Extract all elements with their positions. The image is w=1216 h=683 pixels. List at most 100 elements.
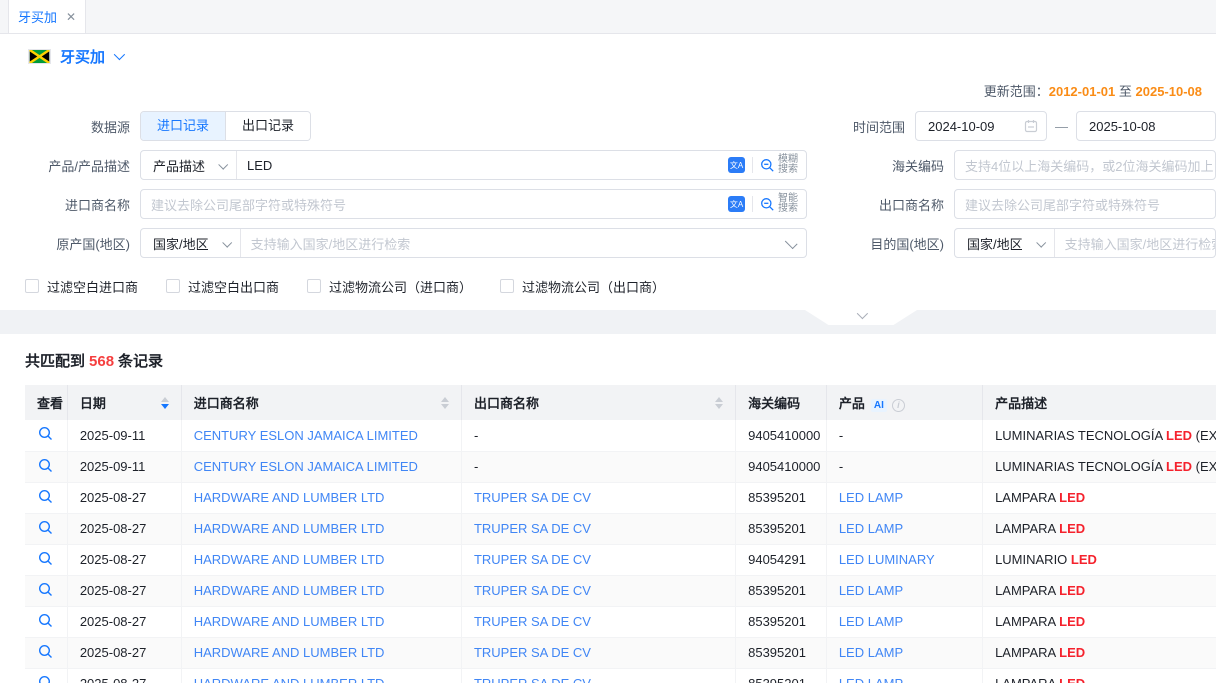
product-link[interactable]: LED LAMP: [839, 490, 903, 505]
view-search-icon[interactable]: [38, 489, 53, 504]
destination-input[interactable]: 支持输入国家/地区进行检索: [1055, 234, 1215, 253]
hs-code-cell: 85395201: [736, 513, 827, 544]
importer-link[interactable]: HARDWARE AND LUMBER LTD: [194, 676, 385, 683]
product-link[interactable]: LED LAMP: [839, 614, 903, 629]
fuzzy-search-button[interactable]: 模糊搜索: [760, 155, 798, 175]
hs-code-cell: 85395201: [736, 482, 827, 513]
checkbox-filter-logistics-importer[interactable]: 过滤物流公司（进口商）: [307, 277, 472, 296]
view-search-icon[interactable]: [38, 551, 53, 566]
exporter-link[interactable]: TRUPER SA DE CV: [474, 552, 591, 567]
view-search-icon[interactable]: [38, 458, 53, 473]
importer-cell: HARDWARE AND LUMBER LTD: [181, 637, 461, 668]
checkbox-filter-blank-importer[interactable]: 过滤空白进口商: [25, 277, 138, 296]
tab-jamaica[interactable]: 牙买加 ✕: [8, 0, 86, 33]
highlight-term: LED: [1059, 583, 1085, 598]
date-cell: 2025-08-27: [67, 482, 181, 513]
close-icon[interactable]: ✕: [66, 10, 76, 24]
date-range-separator: —: [1055, 119, 1068, 134]
checkbox-filter-logistics-exporter[interactable]: 过滤物流公司（出口商）: [500, 277, 665, 296]
translate-icon[interactable]: 文A: [728, 157, 745, 173]
highlight-term: LED: [1059, 645, 1085, 660]
results-table: 查看 日期 进口商名称 出口商名称 海关编码: [25, 385, 1216, 683]
origin-country-select[interactable]: 国家/地区: [141, 229, 241, 257]
info-icon[interactable]: i: [892, 399, 905, 412]
start-date-input[interactable]: 2024-10-09: [915, 111, 1047, 141]
origin-label: 原产国(地区): [0, 234, 140, 253]
magnifier-icon: [760, 158, 775, 173]
hs-code-cell: 94054291: [736, 544, 827, 575]
hs-code-input[interactable]: 支持4位以上海关编码，或2位海关编码加上: [955, 156, 1215, 175]
product-type-select[interactable]: 产品描述: [141, 151, 237, 179]
view-search-icon[interactable]: [38, 613, 53, 628]
destination-label: 目的国(地区): [862, 234, 954, 253]
importer-link[interactable]: HARDWARE AND LUMBER LTD: [194, 490, 385, 505]
exporter-link[interactable]: TRUPER SA DE CV: [474, 614, 591, 629]
exporter-link[interactable]: TRUPER SA DE CV: [474, 521, 591, 536]
highlight-term: LED: [1071, 552, 1097, 567]
importer-link[interactable]: CENTURY ESLON JAMAICA LIMITED: [194, 459, 418, 474]
translate-icon[interactable]: 文A: [728, 196, 745, 212]
table-row: 2025-08-27 HARDWARE AND LUMBER LTD TRUPE…: [25, 482, 1216, 513]
product-link[interactable]: -: [839, 459, 843, 474]
form-row-4: 原产国(地区) 国家/地区 支持输入国家/地区进行检索 目的国(地区) 国家/地…: [0, 228, 1216, 258]
exporter-link[interactable]: TRUPER SA DE CV: [474, 676, 591, 683]
importer-link[interactable]: HARDWARE AND LUMBER LTD: [194, 614, 385, 629]
checkbox-filter-blank-exporter[interactable]: 过滤空白出口商: [166, 277, 279, 296]
smart-search-button[interactable]: 智能搜索: [760, 194, 798, 214]
checkbox-icon: [307, 279, 321, 293]
product-cell: LED LAMP: [826, 637, 982, 668]
importer-input[interactable]: 建议去除公司尾部字符或特殊符号: [141, 195, 728, 214]
importer-link[interactable]: HARDWARE AND LUMBER LTD: [194, 552, 385, 567]
importer-link[interactable]: CENTURY ESLON JAMAICA LIMITED: [194, 428, 418, 443]
highlight-term: LED: [1059, 521, 1085, 536]
exporter-link[interactable]: TRUPER SA DE CV: [474, 490, 591, 505]
importer-link[interactable]: HARDWARE AND LUMBER LTD: [194, 583, 385, 598]
view-search-icon[interactable]: [38, 644, 53, 659]
product-link[interactable]: -: [839, 428, 843, 443]
exporter-cell: TRUPER SA DE CV: [461, 513, 735, 544]
chevron-down-icon[interactable]: [114, 49, 125, 60]
view-search-icon[interactable]: [38, 675, 53, 683]
product-link[interactable]: LED LUMINARY: [839, 552, 935, 567]
view-cell: [25, 482, 67, 513]
end-date-input[interactable]: 2025-10-08: [1076, 111, 1216, 141]
date-cell: 2025-09-11: [67, 451, 181, 482]
sort-importer[interactable]: [441, 397, 449, 409]
column-product: 产品AIi: [826, 385, 982, 420]
hs-code-cell: 85395201: [736, 668, 827, 683]
origin-input[interactable]: 支持输入国家/地区进行检索: [241, 234, 785, 253]
sort-date[interactable]: [161, 397, 169, 409]
view-search-icon[interactable]: [38, 582, 53, 597]
segment-export-records[interactable]: 出口记录: [225, 112, 310, 140]
product-link[interactable]: LED LAMP: [839, 676, 903, 683]
exporter-link[interactable]: -: [474, 459, 478, 474]
column-description: 产品描述: [983, 385, 1216, 420]
product-link[interactable]: LED LAMP: [839, 583, 903, 598]
highlight-term: LED: [1059, 676, 1085, 683]
exporter-link[interactable]: -: [474, 428, 478, 443]
view-search-icon[interactable]: [38, 426, 53, 441]
collapse-panel-handle[interactable]: [805, 310, 917, 325]
product-cell: LED LAMP: [826, 482, 982, 513]
table-row: 2025-09-11 CENTURY ESLON JAMAICA LIMITED…: [25, 420, 1216, 451]
date-cell: 2025-09-11: [67, 420, 181, 451]
product-cell: LED LAMP: [826, 668, 982, 683]
data-source-label: 数据源: [0, 117, 140, 136]
product-link[interactable]: LED LAMP: [839, 521, 903, 536]
view-search-icon[interactable]: [38, 520, 53, 535]
divider: [752, 157, 753, 173]
importer-link[interactable]: HARDWARE AND LUMBER LTD: [194, 645, 385, 660]
importer-link[interactable]: HARDWARE AND LUMBER LTD: [194, 521, 385, 536]
product-input[interactable]: LED: [237, 158, 728, 173]
sort-exporter[interactable]: [715, 397, 723, 409]
exporter-cell: -: [461, 451, 735, 482]
segment-import-records[interactable]: 进口记录: [141, 112, 225, 140]
exporter-link[interactable]: TRUPER SA DE CV: [474, 583, 591, 598]
exporter-cell: -: [461, 420, 735, 451]
exporter-input[interactable]: 建议去除公司尾部字符或特殊符号: [955, 195, 1215, 214]
destination-input-group: 国家/地区 支持输入国家/地区进行检索: [954, 228, 1216, 258]
exporter-link[interactable]: TRUPER SA DE CV: [474, 645, 591, 660]
date-cell: 2025-08-27: [67, 668, 181, 683]
product-link[interactable]: LED LAMP: [839, 645, 903, 660]
destination-country-select[interactable]: 国家/地区: [955, 229, 1055, 257]
